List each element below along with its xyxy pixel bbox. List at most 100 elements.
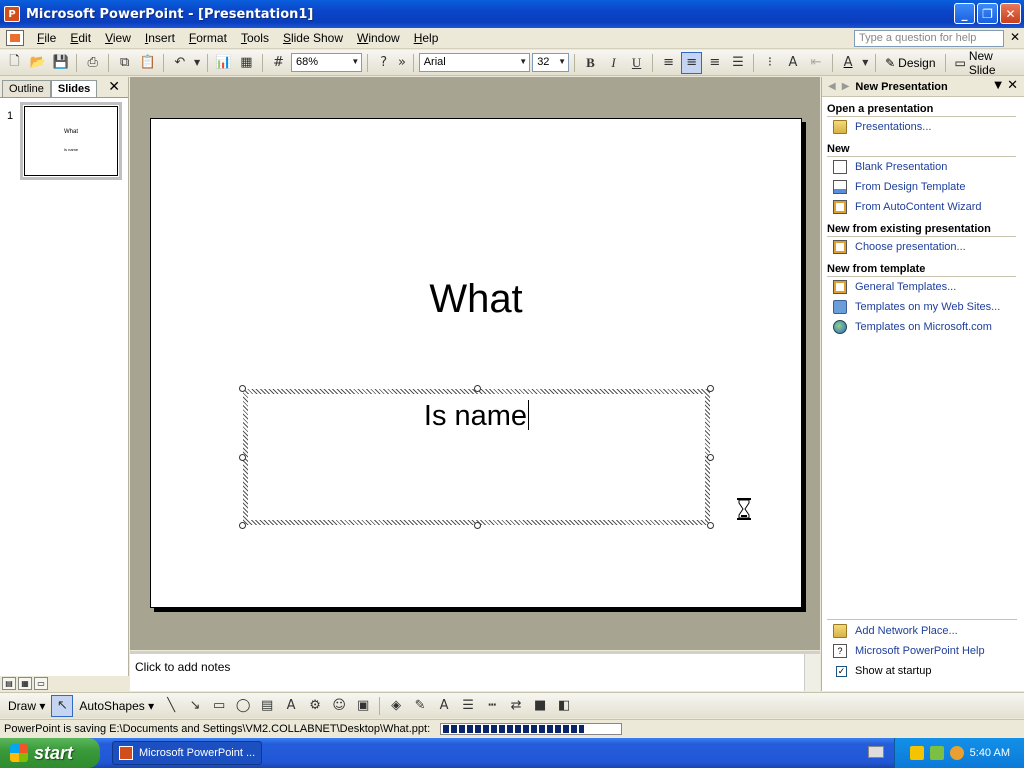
resize-handle-sw[interactable] <box>239 522 246 529</box>
autoshapes-menu-button[interactable]: AutoShapes ▾ <box>75 699 158 713</box>
resize-handle-w[interactable] <box>239 454 246 461</box>
link-presentations[interactable]: Presentations... <box>827 117 1024 137</box>
minimize-button[interactable]: _ <box>954 3 975 24</box>
font-color-draw-icon[interactable]: A <box>433 695 455 717</box>
line-color-icon[interactable]: ✎ <box>409 695 431 717</box>
insert-picture-icon[interactable]: ▣ <box>352 695 374 717</box>
bold-button[interactable]: B <box>580 52 601 74</box>
subtitle-text[interactable]: Is name <box>248 400 705 433</box>
search-icon[interactable] <box>949 746 964 760</box>
pane-close-icon[interactable]: ✕ <box>108 79 120 95</box>
arrow-tool-icon[interactable]: ↘ <box>184 695 206 717</box>
show-grid-icon[interactable]: # <box>268 52 289 74</box>
link-powerpoint-help[interactable]: ? Microsoft PowerPoint Help <box>827 641 1017 661</box>
insert-table-icon[interactable]: ▦ <box>236 52 257 74</box>
menu-slide-show[interactable]: Slide Show <box>276 31 350 45</box>
link-add-network-place[interactable]: Add Network Place... <box>827 621 1017 641</box>
resize-handle-e[interactable] <box>707 454 714 461</box>
draw-menu-button[interactable]: Draw ▾ <box>4 699 49 713</box>
forward-arrow-icon[interactable]: ▶ <box>842 81 850 92</box>
slide-title[interactable]: What <box>151 277 801 322</box>
slide-canvas[interactable]: What Is name <box>150 118 802 608</box>
notes-placeholder[interactable]: Click to add notes <box>135 660 230 674</box>
3d-style-icon[interactable]: ◧ <box>553 695 575 717</box>
link-templates-microsoft[interactable]: Templates on Microsoft.com <box>827 317 1024 337</box>
copy-icon[interactable]: ⧉ <box>114 52 135 74</box>
increase-font-size-icon[interactable]: A <box>782 52 803 74</box>
new-file-icon[interactable]: 🗋 <box>4 52 25 74</box>
restore-button[interactable]: ❐ <box>977 3 998 24</box>
tab-slides[interactable]: Slides <box>50 80 98 97</box>
menu-insert[interactable]: Insert <box>138 31 182 45</box>
help-assistant-icon[interactable]: ? <box>373 52 394 74</box>
close-button[interactable]: ✕ <box>1000 3 1021 24</box>
link-templates-web-sites[interactable]: Templates on my Web Sites... <box>827 297 1024 317</box>
underline-button[interactable]: U <box>626 52 647 74</box>
task-pane-close-icon[interactable]: ✕ <box>1007 78 1018 93</box>
help-search-input[interactable]: Type a question for help <box>854 30 1004 47</box>
align-right-icon[interactable]: ≡ <box>704 52 725 74</box>
document-close-icon[interactable]: ✕ <box>1010 30 1020 44</box>
font-color-icon[interactable]: A <box>838 52 859 74</box>
powerpoint-app-icon[interactable]: P <box>4 6 20 22</box>
notes-pane[interactable]: Click to add notes <box>130 651 820 691</box>
slide-thumbnail[interactable]: What Is name <box>20 102 122 180</box>
slide-show-view-icon[interactable]: ▭ <box>34 677 48 690</box>
save-icon[interactable]: 💾 <box>50 52 71 74</box>
menu-tools[interactable]: Tools <box>234 31 276 45</box>
shadow-style-icon[interactable]: ■ <box>529 695 551 717</box>
slide-sorter-view-icon[interactable]: ▦ <box>18 677 32 690</box>
oval-tool-icon[interactable]: ◯ <box>232 695 254 717</box>
link-blank-presentation[interactable]: Blank Presentation <box>827 157 1024 177</box>
font-color-dropdown-icon[interactable]: ▼ <box>861 52 871 74</box>
text-box-icon[interactable]: ▤ <box>256 695 278 717</box>
tab-outline[interactable]: Outline <box>2 80 51 97</box>
link-choose-presentation[interactable]: Choose presentation... <box>827 237 1024 257</box>
align-center-icon[interactable]: ≡ <box>681 51 703 74</box>
font-size-select[interactable]: 32 ▼ <box>532 53 569 72</box>
menu-help[interactable]: Help <box>407 31 446 45</box>
menu-view[interactable]: View <box>98 31 138 45</box>
paste-icon[interactable]: 📋 <box>137 52 158 74</box>
menu-format[interactable]: Format <box>182 31 234 45</box>
design-button[interactable]: ✎ Design <box>881 56 939 70</box>
security-shield-icon[interactable] <box>909 746 924 760</box>
wordart-icon[interactable]: A <box>280 695 302 717</box>
network-icon[interactable] <box>929 746 944 760</box>
menu-window[interactable]: Window <box>350 31 407 45</box>
rectangle-tool-icon[interactable]: ▭ <box>208 695 230 717</box>
start-button[interactable]: start <box>0 738 100 768</box>
dash-style-icon[interactable]: ┅ <box>481 695 503 717</box>
back-arrow-icon[interactable]: ◀ <box>828 81 836 92</box>
decrease-indent-icon[interactable]: ⇤ <box>806 52 827 74</box>
link-from-design-template[interactable]: From Design Template <box>827 177 1024 197</box>
notes-scrollbar[interactable] <box>804 654 820 691</box>
keyboard-icon[interactable] <box>868 746 884 758</box>
menu-file[interactable]: File <box>30 31 63 45</box>
resize-handle-se[interactable] <box>707 522 714 529</box>
italic-button[interactable]: I <box>603 52 624 74</box>
task-pane-menu-icon[interactable]: ▼ <box>994 80 1002 91</box>
normal-view-icon[interactable]: ▤ <box>2 677 16 690</box>
show-at-startup-checkbox[interactable]: ✓ <box>836 665 847 677</box>
open-folder-icon[interactable]: 📂 <box>27 52 48 74</box>
toolbar-options-icon[interactable]: » <box>396 52 407 74</box>
resize-handle-ne[interactable] <box>707 385 714 392</box>
menu-edit[interactable]: Edit <box>63 31 98 45</box>
justify-icon[interactable]: ☰ <box>727 52 748 74</box>
line-style-icon[interactable]: ☰ <box>457 695 479 717</box>
undo-dropdown-icon[interactable]: ▼ <box>192 52 202 74</box>
zoom-select[interactable]: 68% ▼ <box>290 53 363 72</box>
print-icon[interactable]: ⎙ <box>82 52 103 74</box>
document-icon[interactable] <box>6 30 24 46</box>
taskbar-item-powerpoint[interactable]: Microsoft PowerPoint ... <box>112 741 262 765</box>
fill-color-icon[interactable]: ◈ <box>385 695 407 717</box>
diagram-icon[interactable]: ⚙ <box>304 695 326 717</box>
link-autocontent-wizard[interactable]: From AutoContent Wizard <box>827 197 1024 217</box>
line-tool-icon[interactable]: ╲ <box>160 695 182 717</box>
undo-icon[interactable]: ↶ <box>169 52 190 74</box>
select-pointer-icon[interactable]: ↖ <box>51 694 74 717</box>
subtitle-placeholder[interactable]: Is name <box>239 385 714 529</box>
arrow-style-icon[interactable]: ⇄ <box>505 695 527 717</box>
resize-handle-s[interactable] <box>474 522 481 529</box>
